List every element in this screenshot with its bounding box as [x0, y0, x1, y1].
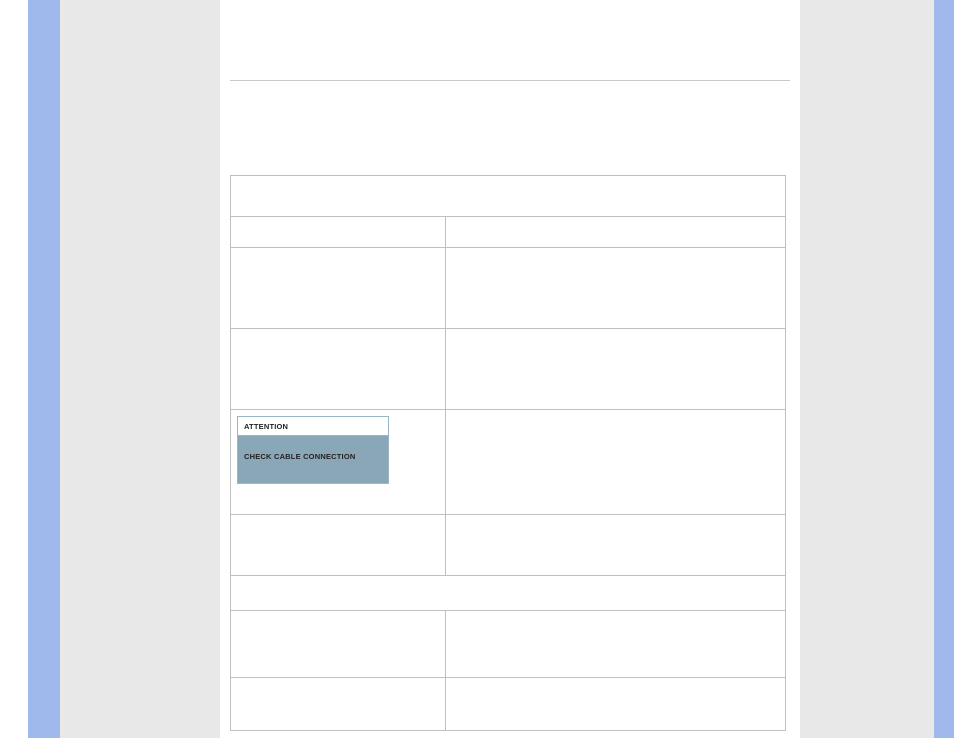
- table-row: [231, 217, 786, 248]
- table-row: [231, 678, 786, 731]
- table-cell: [446, 515, 786, 576]
- table-cell: [446, 248, 786, 329]
- table-row: [231, 576, 786, 611]
- decorative-stripe-left: [28, 0, 60, 738]
- table-row: [231, 329, 786, 410]
- table-cell: [231, 176, 786, 217]
- table-cell: [231, 611, 446, 678]
- table-cell: [446, 410, 786, 515]
- attention-alert: ATTENTION CHECK CABLE CONNECTION: [237, 416, 389, 484]
- decorative-stripe-right: [934, 0, 954, 738]
- table-cell: [446, 329, 786, 410]
- table-cell: [446, 217, 786, 248]
- attention-alert-title: ATTENTION: [238, 417, 388, 436]
- table-cell: [231, 217, 446, 248]
- viewport: ATTENTION CHECK CABLE CONNECTION: [0, 0, 954, 738]
- attention-alert-message: CHECK CABLE CONNECTION: [238, 436, 388, 483]
- table-row: [231, 515, 786, 576]
- table-cell: [231, 329, 446, 410]
- table-row: [231, 611, 786, 678]
- content-table: ATTENTION CHECK CABLE CONNECTION: [230, 175, 786, 731]
- table-row: ATTENTION CHECK CABLE CONNECTION: [231, 410, 786, 515]
- table-cell: [231, 678, 446, 731]
- table-row: [231, 248, 786, 329]
- table-cell: [446, 678, 786, 731]
- table-cell: [231, 515, 446, 576]
- margin-band-left: [60, 0, 220, 738]
- table-cell: [231, 576, 786, 611]
- table-cell: ATTENTION CHECK CABLE CONNECTION: [231, 410, 446, 515]
- margin-band-right: [799, 0, 934, 738]
- table-cell: [446, 611, 786, 678]
- horizontal-rule: [230, 80, 790, 81]
- document-page: ATTENTION CHECK CABLE CONNECTION: [220, 0, 800, 738]
- table-row: [231, 176, 786, 217]
- table-cell: [231, 248, 446, 329]
